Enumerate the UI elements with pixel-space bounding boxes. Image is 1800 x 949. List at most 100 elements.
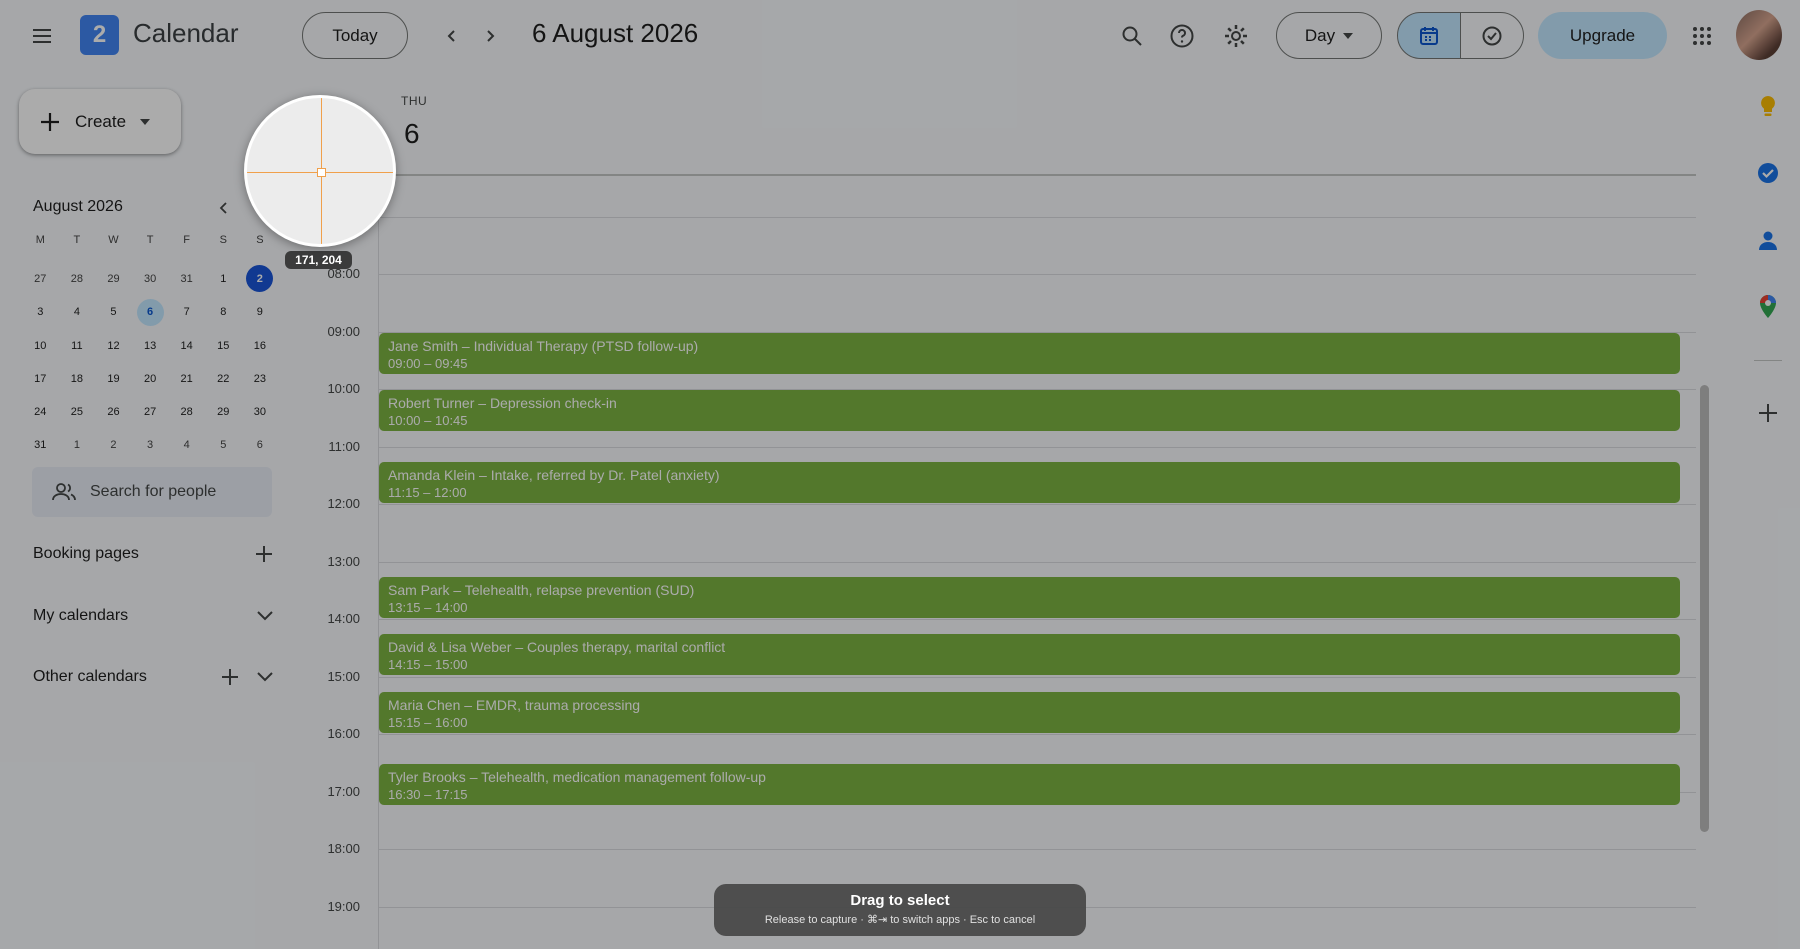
time-label: 13:00	[327, 553, 360, 569]
next-day-button[interactable]	[474, 20, 506, 52]
create-label: Create	[75, 111, 127, 131]
time-label: 17:00	[327, 783, 360, 799]
get-addons-button[interactable]	[1754, 399, 1782, 427]
previous-day-button[interactable]	[436, 20, 468, 52]
mini-calendar-day[interactable]: 13	[132, 329, 169, 362]
mini-calendar-prev-button[interactable]	[212, 196, 236, 220]
mini-calendar-day[interactable]: 7	[168, 296, 205, 329]
mini-calendar-day[interactable]: 29	[205, 395, 242, 428]
mini-calendar-day-number: 27	[143, 406, 157, 419]
day-grid-scrollbar[interactable]	[1700, 385, 1709, 832]
mini-calendar-day-number: 6	[256, 439, 263, 452]
mini-calendar-day[interactable]: 31	[168, 262, 205, 295]
plus-icon[interactable]	[221, 668, 239, 686]
app-title: Calendar	[133, 18, 239, 48]
mini-calendar-day[interactable]: 22	[205, 362, 242, 395]
mini-calendar-day-number: 13	[143, 339, 157, 352]
side-panel-divider	[1754, 360, 1782, 361]
mini-calendar-day[interactable]: 3	[132, 429, 169, 462]
time-label: 14:00	[327, 611, 360, 626]
mini-calendar-day[interactable]: 24	[22, 395, 59, 428]
calendar-event[interactable]: Tyler Brooks – Telehealth, medication ma…	[379, 763, 1680, 805]
mini-calendar-day[interactable]: 31	[22, 429, 59, 462]
mini-calendar-day[interactable]: 30	[132, 262, 169, 295]
tasks-view-toggle[interactable]	[1460, 12, 1524, 59]
mini-calendar-day[interactable]: 14	[168, 329, 205, 362]
mini-calendar-day[interactable]: 4	[168, 429, 205, 462]
top-bar: 2 Calendar Today 6 August 2026 Day Upgra…	[0, 0, 1800, 72]
logo-day: 2	[92, 21, 107, 48]
booking-pages-section[interactable]: Booking pages	[33, 539, 273, 569]
gear-icon	[1225, 25, 1247, 47]
mini-calendar-day[interactable]: 30	[242, 395, 279, 428]
contacts-button[interactable]	[1754, 226, 1782, 254]
time-label: 19:00	[327, 898, 360, 914]
mini-calendar-day[interactable]: 5	[95, 296, 132, 329]
mini-calendar-day[interactable]: 2	[242, 262, 279, 295]
event-title: Jane Smith – Individual Therapy (PTSD fo…	[388, 337, 699, 354]
mini-calendar-day[interactable]: 29	[95, 262, 132, 295]
mini-calendar-day[interactable]: 17	[22, 362, 59, 395]
chevron-down-icon[interactable]	[257, 611, 273, 621]
mini-calendar-day[interactable]: 27	[132, 395, 169, 428]
mini-calendar-day[interactable]: 9	[242, 296, 279, 329]
search-button[interactable]	[1112, 16, 1152, 56]
create-button[interactable]: Create	[19, 89, 181, 154]
mini-calendar-day-number: 12	[107, 339, 120, 352]
settings-button[interactable]	[1216, 16, 1256, 56]
mini-calendar-day[interactable]: 1	[59, 429, 96, 462]
main-menu-button[interactable]	[24, 18, 60, 54]
chevron-down-icon[interactable]	[257, 672, 273, 682]
calendar-view-toggle[interactable]	[1397, 12, 1461, 59]
search-people-input[interactable]: Search for people	[32, 467, 272, 517]
view-selector[interactable]: Day	[1276, 12, 1382, 59]
upgrade-button[interactable]: Upgrade	[1538, 12, 1667, 59]
mini-calendar-day-number: 11	[71, 339, 83, 352]
mini-calendar-day[interactable]: 2	[95, 429, 132, 462]
mini-calendar-day[interactable]: 26	[95, 395, 132, 428]
mini-calendar-day[interactable]: 5	[205, 429, 242, 462]
mini-calendar-day[interactable]: 28	[59, 262, 96, 295]
day-grid[interactable]: Jane Smith – Individual Therapy (PTSD fo…	[378, 178, 1696, 949]
mini-calendar-day[interactable]: 4	[59, 296, 96, 329]
mini-calendar-day[interactable]: 21	[168, 362, 205, 395]
tasks-button[interactable]	[1754, 159, 1782, 187]
my-calendars-section[interactable]: My calendars	[33, 601, 273, 631]
maps-button[interactable]	[1754, 293, 1782, 321]
google-apps-button[interactable]	[1684, 18, 1720, 54]
mini-calendar-day[interactable]: 12	[95, 329, 132, 362]
mini-calendar-day[interactable]: 28	[168, 395, 205, 428]
time-label: 15:00	[327, 668, 360, 684]
mini-calendar-day[interactable]: 6	[132, 296, 169, 329]
mini-calendar-day[interactable]: 16	[242, 329, 279, 362]
other-calendars-section[interactable]: Other calendars	[33, 662, 273, 692]
calendar-event[interactable]: David & Lisa Weber – Couples therapy, ma…	[379, 634, 1680, 676]
help-button[interactable]	[1162, 16, 1202, 56]
plus-icon[interactable]	[255, 545, 273, 563]
mini-calendar-day[interactable]: 25	[59, 395, 96, 428]
calendar-logo[interactable]: 2	[80, 15, 119, 55]
day-header-number[interactable]: 6	[404, 118, 420, 150]
mini-calendar-day[interactable]: 27	[22, 262, 59, 295]
mini-calendar-day[interactable]: 19	[95, 362, 132, 395]
mini-calendar-day[interactable]: 11	[59, 329, 96, 362]
mini-calendar-day[interactable]: 6	[242, 429, 279, 462]
calendar-event[interactable]: Jane Smith – Individual Therapy (PTSD fo…	[379, 332, 1680, 374]
calendar-event[interactable]: Maria Chen – EMDR, trauma processing 15:1…	[379, 691, 1680, 733]
account-avatar[interactable]	[1736, 10, 1782, 60]
calendar-event[interactable]: Amanda Klein – Intake, referred by Dr. P…	[379, 461, 1680, 503]
mini-calendar-day[interactable]: 8	[205, 296, 242, 329]
keep-button[interactable]	[1754, 92, 1782, 120]
tasks-icon	[1758, 163, 1778, 183]
mini-calendar-day[interactable]: 1	[205, 262, 242, 295]
mini-calendar-day[interactable]: 15	[205, 329, 242, 362]
mini-calendar-day[interactable]: 20	[132, 362, 169, 395]
mini-calendar-day[interactable]: 23	[242, 362, 279, 395]
mini-calendar-day[interactable]: 10	[22, 329, 59, 362]
mini-calendar-day[interactable]: 18	[59, 362, 96, 395]
mini-calendar-day[interactable]: 3	[22, 296, 59, 329]
calendar-event[interactable]: Robert Turner – Depression check-in 10:00…	[379, 390, 1680, 431]
calendar-event[interactable]: Sam Park – Telehealth, relapse preventio…	[379, 576, 1680, 618]
hour-line	[379, 561, 1696, 563]
today-button[interactable]: Today	[302, 12, 408, 59]
